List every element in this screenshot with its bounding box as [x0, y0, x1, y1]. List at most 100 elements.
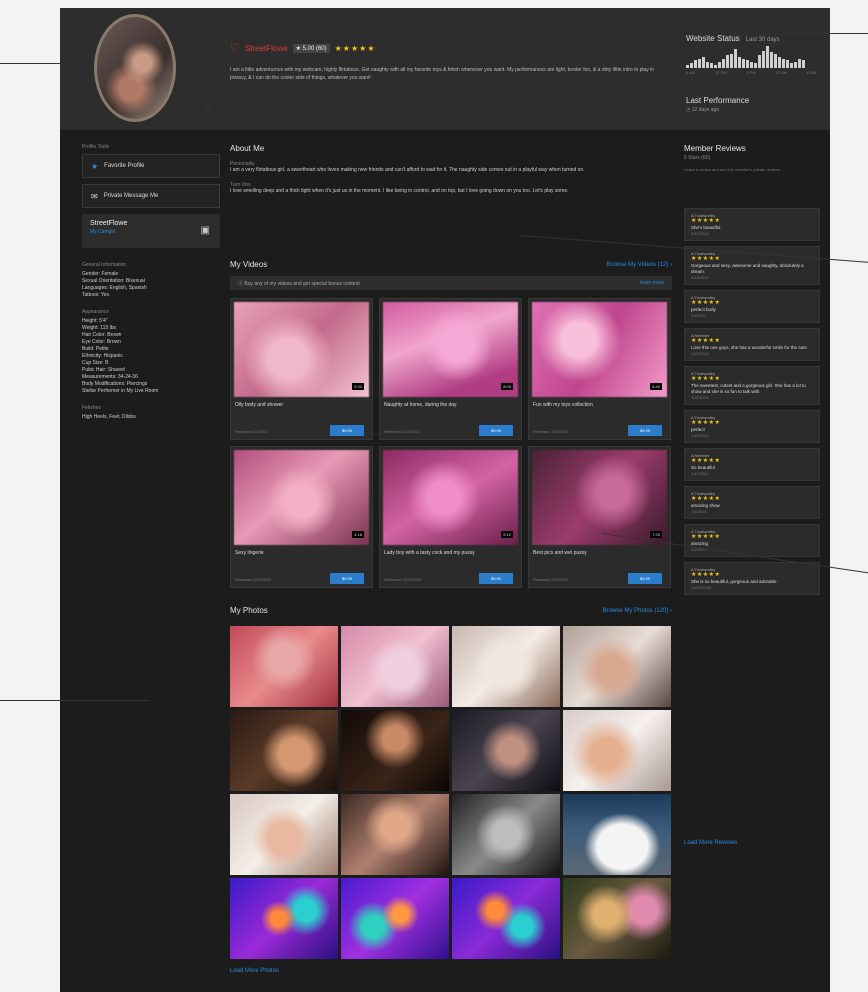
video-card[interactable]: 9:12 Lady boy with a tasty cock and my p…	[379, 446, 522, 588]
review-date: 2/4/2021	[691, 313, 707, 318]
photo-thumbnail[interactable]	[452, 878, 560, 959]
photo-thumbnail[interactable]	[563, 710, 671, 791]
last-performance-title: Last Performance	[686, 96, 750, 105]
video-card[interactable]: 4:18 Sexy lingerie Released 12/1/2020 $9…	[230, 446, 373, 588]
video-thumbnail[interactable]	[532, 450, 667, 545]
activity-bar	[786, 60, 789, 68]
photo-thumbnail[interactable]	[452, 794, 560, 875]
activity-bar	[694, 60, 697, 68]
video-thumbnail[interactable]	[234, 450, 369, 545]
info-line: Pubic Hair: Shaved	[82, 367, 125, 373]
video-date: Released 1/28/2021	[384, 429, 420, 434]
appearance-heading: Appearance	[82, 309, 109, 315]
photo-thumbnail[interactable]	[341, 710, 449, 791]
favorite-label: Favorite Profile	[104, 163, 145, 169]
info-line: Hair Color: Brown	[82, 332, 122, 338]
activity-bar	[686, 65, 689, 68]
buy-video-button[interactable]: $9.99	[330, 425, 364, 436]
video-title[interactable]: Naughty at home, during the day	[384, 402, 519, 408]
video-thumbnail[interactable]	[234, 302, 369, 397]
browse-photos-link[interactable]: Browse My Photos (120) ›	[603, 608, 672, 614]
last-performance-date: ◷ 12 days ago	[686, 107, 720, 113]
review-stars: ★★★★★	[691, 300, 721, 306]
message-button[interactable]: ✉ Private Message Me	[82, 184, 220, 208]
social-card[interactable]: StreetFlowe My Camgirl ▣	[82, 214, 220, 248]
info-line: Body Modifications: Piercings	[82, 381, 148, 387]
activity-bar	[698, 59, 701, 68]
info-line: High Heels, Feet, Dildos	[82, 414, 136, 420]
load-more-reviews-link[interactable]: Load More Reviews	[684, 840, 737, 846]
video-card[interactable]: 8:05 Naughty at home, during the day Rel…	[379, 298, 522, 440]
activity-bar	[718, 62, 721, 68]
activity-bar	[714, 65, 717, 68]
photo-thumbnail[interactable]	[230, 710, 338, 791]
buy-video-button[interactable]: $9.99	[479, 425, 513, 436]
social-sub[interactable]: My Camgirl	[90, 229, 212, 235]
activity-bar	[690, 63, 693, 68]
video-thumbnail[interactable]	[532, 302, 667, 397]
review-card: A Trustworthy ★★★★★ She is so beautiful, g…	[684, 562, 820, 595]
video-card[interactable]: 5:32 Oily body and shower Released 2/1/2…	[230, 298, 373, 440]
review-card: A Trustworthy ★★★★★ Gorgeous and sexy, awe…	[684, 246, 820, 285]
photo-thumbnail[interactable]	[341, 794, 449, 875]
profile-header: ⋮ ♡ StreetFlowe ★ 5.00 (60) ★★★★★ I am a…	[60, 8, 830, 130]
activity-bar	[710, 63, 713, 68]
buy-video-button[interactable]: $9.99	[330, 573, 364, 584]
review-comment: The sweetest, cutest and a gorgeous girl…	[691, 383, 806, 394]
avatar[interactable]	[94, 14, 176, 122]
video-thumbnail[interactable]	[383, 302, 518, 397]
callout-line	[782, 33, 868, 34]
video-card[interactable]: 7:25 Best pics and wet pussy Released 11…	[528, 446, 671, 588]
activity-bar	[782, 59, 785, 68]
more-icon[interactable]: ⋮	[205, 108, 211, 120]
photo-grid	[230, 626, 672, 959]
photo-thumbnail[interactable]	[563, 878, 671, 959]
video-card[interactable]: 6:40 Fun with my toys collection Release…	[528, 298, 671, 440]
axis-tick-label: 6 AM	[686, 70, 696, 75]
review-stars: ★★★★★	[691, 572, 721, 578]
info-line: Eye Color: Brown	[82, 339, 121, 345]
review-stars: ★★★★★	[691, 458, 721, 464]
activity-bar	[742, 59, 745, 68]
photo-thumbnail[interactable]	[230, 878, 338, 959]
photo-thumbnail[interactable]	[230, 794, 338, 875]
favorite-button[interactable]: ★ Favorite Profile	[82, 154, 220, 178]
notice-text: ⓘ Buy any of my videos and get special b…	[238, 280, 360, 287]
notice-link[interactable]: learn more	[640, 280, 664, 286]
activity-bar	[790, 63, 793, 68]
axis-tick-label: 12 AM	[775, 70, 787, 75]
photo-thumbnail[interactable]	[341, 626, 449, 707]
rating-badge: ★ 5.00 (60)	[292, 43, 330, 53]
reviews-header: Member Reviews 5 Stars (60) Leave a revi…	[684, 144, 820, 173]
photo-thumbnail[interactable]	[452, 626, 560, 707]
load-more-photos-link[interactable]: Load More Photos	[230, 968, 279, 974]
browse-videos-link[interactable]: Browse My Videos (12) ›	[606, 262, 672, 268]
review-stars: ★★★★★	[691, 218, 721, 224]
video-title[interactable]: Sexy lingerie	[235, 550, 370, 556]
photo-thumbnail[interactable]	[563, 794, 671, 875]
photo-thumbnail[interactable]	[452, 710, 560, 791]
buy-video-button[interactable]: $9.99	[479, 573, 513, 584]
buy-video-button[interactable]: $9.99	[628, 573, 662, 584]
review-card: A Trustworthy ★★★★★ amazing 1/2/2021	[684, 524, 820, 557]
photo-thumbnail[interactable]	[563, 626, 671, 707]
website-status-title: Website Status Last 30 days	[686, 34, 780, 43]
review-card: A Trustworthy ★★★★★ perfect 1/18/2021	[684, 410, 820, 443]
photo-thumbnail[interactable]	[341, 878, 449, 959]
heart-icon[interactable]: ♡	[230, 42, 240, 54]
last-performance: Last Performance ◷ 12 days ago	[686, 96, 749, 113]
review-card: A Trustworthy ★★★★★ She's beautiful 2/19/20…	[684, 208, 820, 241]
profile-page: ⋮ ♡ StreetFlowe ★ 5.00 (60) ★★★★★ I am a…	[60, 8, 830, 992]
video-title[interactable]: Best pics and wet pussy	[533, 550, 668, 556]
buy-video-button[interactable]: $9.99	[628, 425, 662, 436]
info-line: Measurements: 34-24-36	[82, 374, 138, 380]
video-title[interactable]: Lady boy with a tasty cock and my pussy	[384, 550, 519, 556]
activity-axis: 6 AM 12 PM 6 PM 12 AM 6 AM	[686, 70, 816, 75]
video-thumbnail[interactable]	[383, 450, 518, 545]
photo-thumbnail[interactable]	[230, 626, 338, 707]
video-title[interactable]: Fun with my toys collection	[533, 402, 668, 408]
activity-bar	[730, 54, 733, 68]
info-line: Tattoos: Yes	[82, 292, 109, 298]
review-date: 1/18/2021	[691, 433, 709, 438]
video-title[interactable]: Oily body and shower	[235, 402, 370, 408]
